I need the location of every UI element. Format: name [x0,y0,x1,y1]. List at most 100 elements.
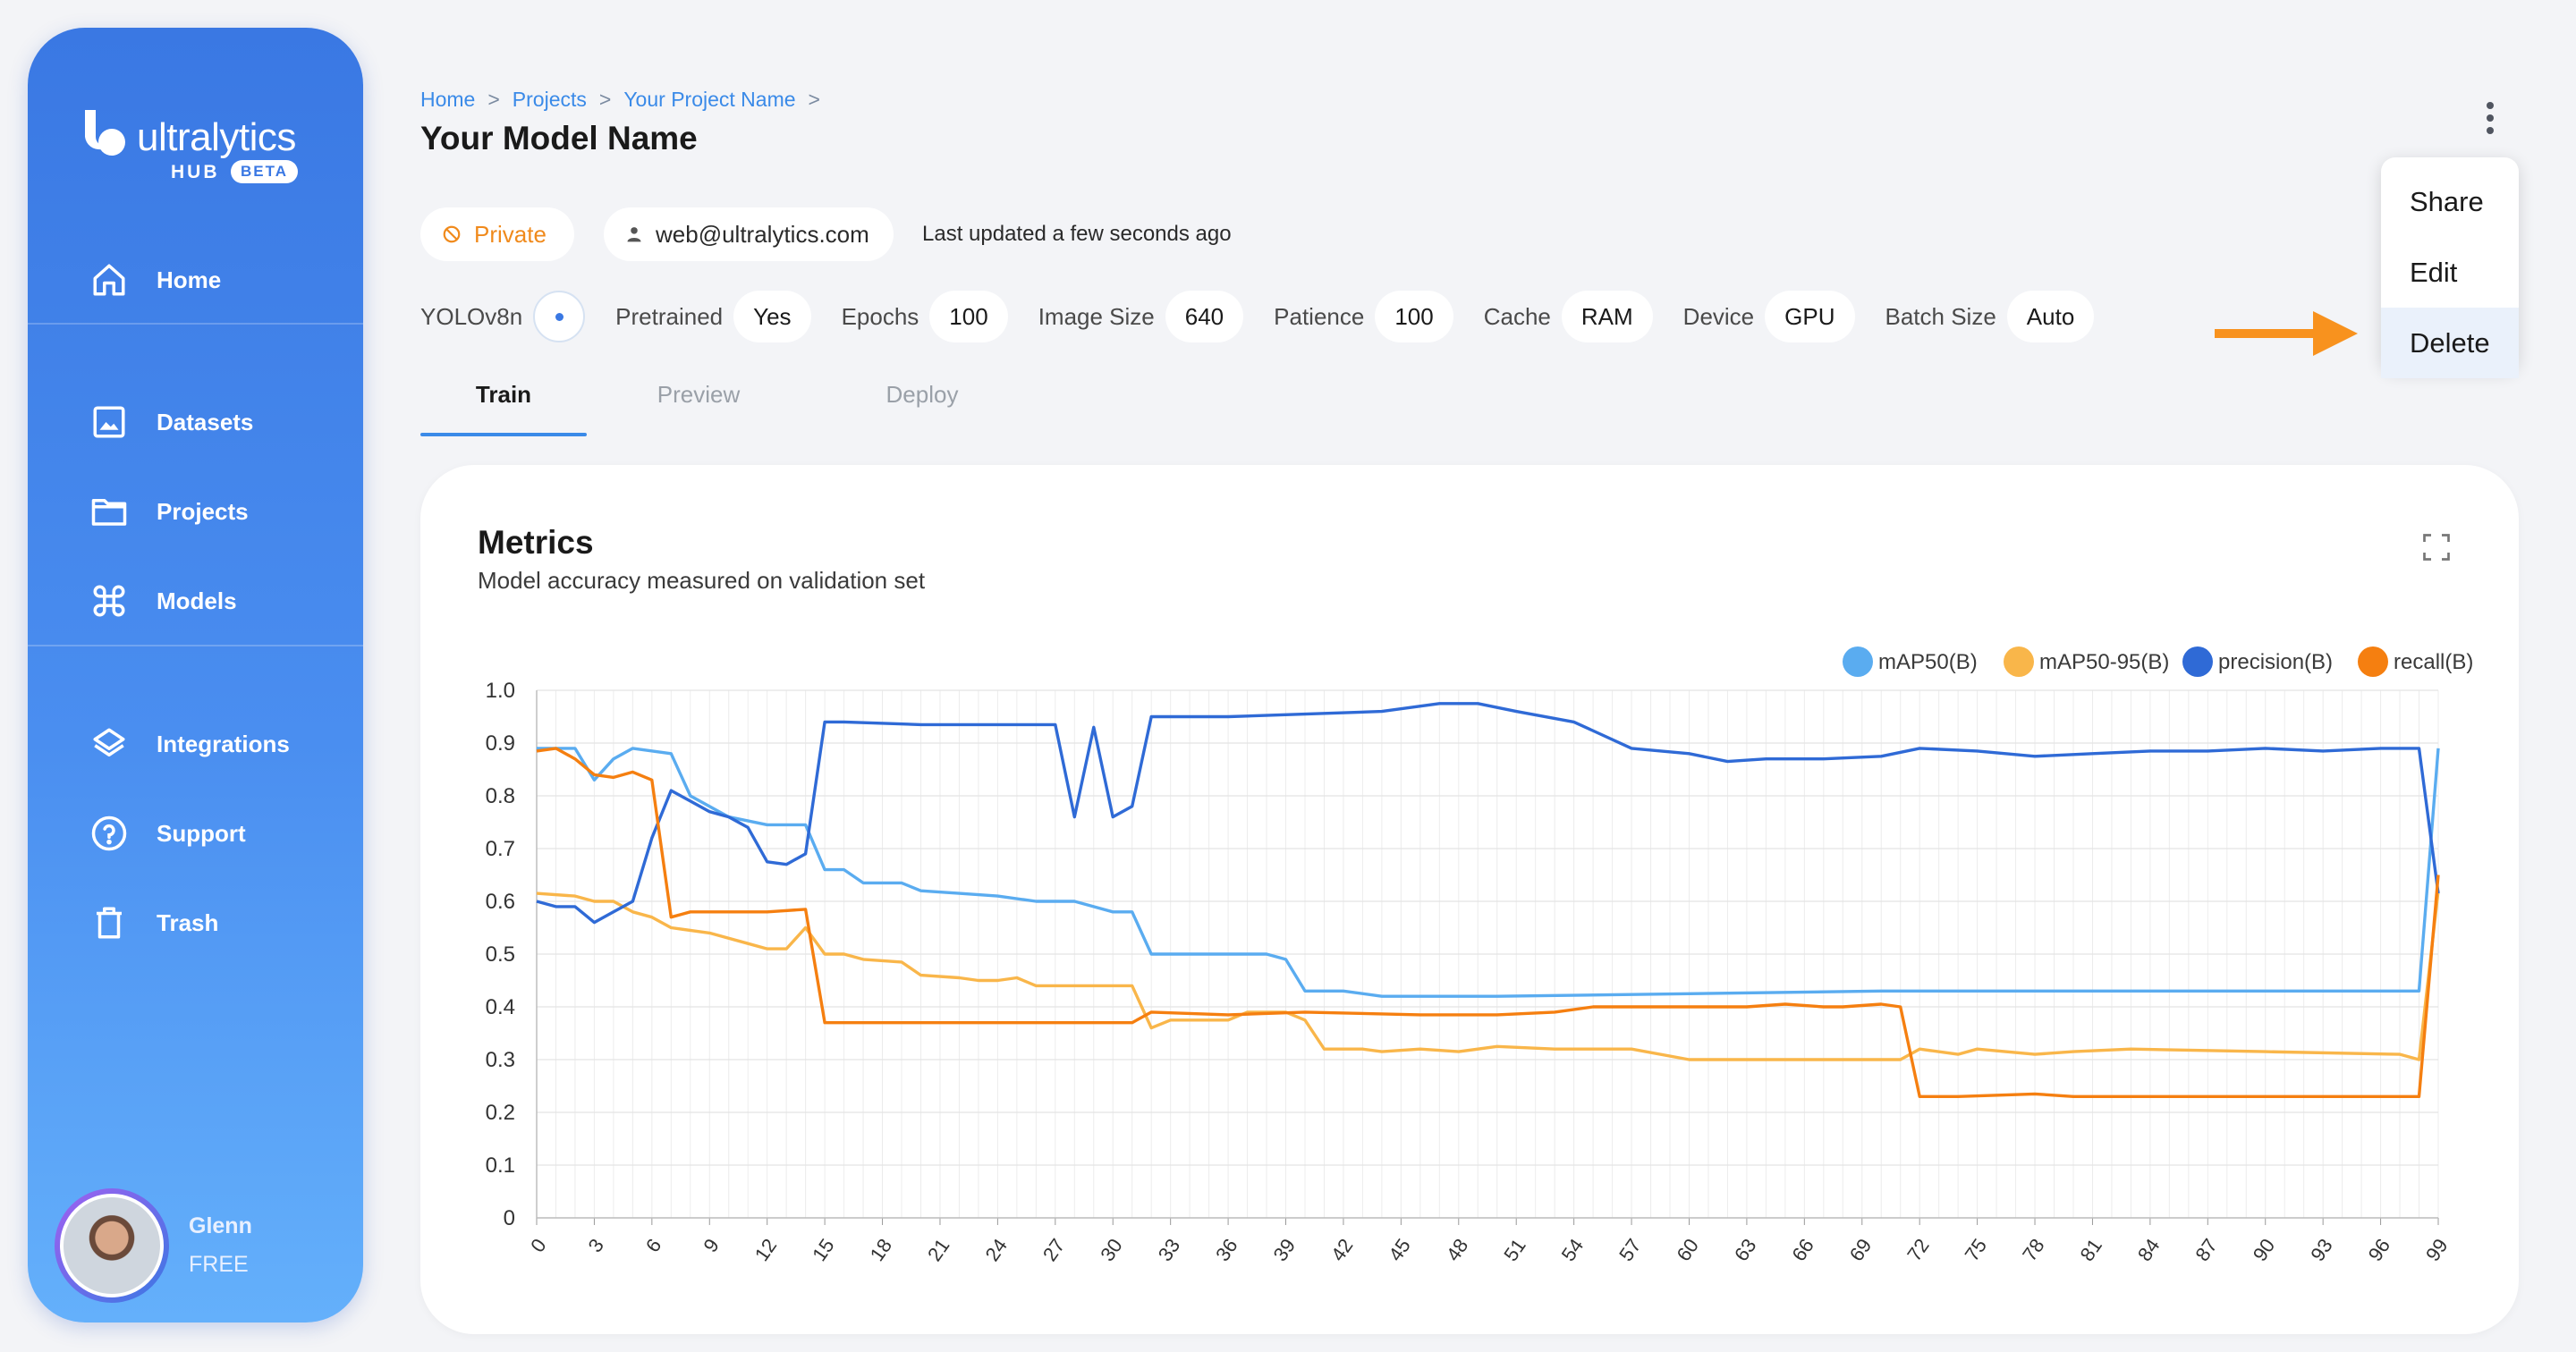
sidebar-item-trash[interactable]: Trash [90,896,218,950]
x-tick-label: 42 [1326,1235,1358,1265]
y-tick-label: 0.7 [486,837,515,861]
x-tick-label: 27 [1038,1235,1070,1265]
sidebar-item-projects[interactable]: Projects [90,485,249,538]
user-profile[interactable]: Glenn FREE [55,1188,252,1303]
y-tick-label: 1.0 [486,679,515,703]
x-tick-label: 81 [2075,1235,2106,1265]
owner-chip: web@ultralytics.com [604,207,894,261]
param-label-epochs: Epochs [841,302,919,330]
menu-item-share[interactable]: Share [2381,166,2519,237]
x-tick-label: 6 [641,1235,666,1256]
ultralytics-logo[interactable]: ultralytics HUB BETA [81,80,350,196]
avatar[interactable] [55,1188,169,1303]
x-tick-label: 96 [2364,1235,2395,1265]
x-tick-label: 21 [923,1235,954,1265]
y-tick-label: 0.4 [486,995,515,1019]
sidebar-item-models[interactable]: Models [90,574,237,628]
sidebar-item-label: Models [157,587,237,614]
param-label-patience: Patience [1274,302,1365,330]
visibility-chip[interactable]: Private [420,207,574,261]
x-tick-label: 0 [526,1235,551,1256]
breadcrumb-separator: > [598,88,612,111]
param-value-patience: 100 [1375,291,1453,342]
x-tick-label: 33 [1154,1235,1185,1265]
user-name: Glenn [189,1213,252,1238]
y-tick-label: 0.9 [486,731,515,756]
breadcrumb-projects[interactable]: Projects [513,88,587,112]
param-value-device: GPU [1765,291,1855,342]
beta-badge: BETA [231,160,299,183]
x-tick-label: 15 [808,1235,839,1265]
sidebar-item-label: Projects [157,497,249,525]
private-icon [443,225,461,243]
menu-item-delete[interactable]: Delete [2381,308,2519,378]
model-architecture: YOLOv8n [420,302,523,330]
x-tick-label: 57 [1614,1235,1646,1265]
more-options-icon[interactable] [2476,98,2504,138]
param-value-image-size: 640 [1165,291,1244,342]
x-tick-label: 51 [1499,1235,1530,1265]
x-tick-label: 60 [1673,1235,1704,1265]
y-tick-label: 0.3 [486,1048,515,1072]
x-tick-label: 63 [1730,1235,1761,1265]
x-tick-label: 18 [866,1235,897,1265]
sidebar-divider [28,645,363,646]
model-params: YOLOv8n Pretrained Yes Epochs 100 Image … [420,288,2124,345]
last-updated: Last updated a few seconds ago [922,222,1232,246]
series-line-1 [536,891,2440,1061]
sidebar-item-label: Home [157,266,222,293]
arrow-pointer-icon [2215,311,2358,356]
sidebar-divider [28,323,363,325]
sidebar-item-support[interactable]: Support [90,807,246,860]
x-tick-label: 90 [2249,1235,2280,1265]
param-label-cache: Cache [1483,302,1551,330]
sidebar-item-home[interactable]: Home [90,253,221,307]
info-icon[interactable] [533,291,586,342]
x-tick-label: 87 [2190,1235,2222,1265]
y-tick-label: 0.5 [486,942,515,967]
x-tick-label: 24 [980,1235,1012,1265]
x-tick-label: 78 [2018,1235,2049,1265]
metrics-card: Metrics Model accuracy measured on valid… [420,465,2519,1334]
x-tick-label: 93 [2306,1235,2337,1265]
menu-item-edit[interactable]: Edit [2381,237,2519,308]
param-value-batch-size: Auto [2006,291,2095,342]
owner-email: web@ultralytics.com [656,220,869,248]
y-tick-label: 0.6 [486,890,515,914]
sidebar-item-integrations[interactable]: Integrations [90,717,290,771]
trash-icon [97,907,122,939]
x-tick-label: 9 [699,1235,724,1256]
tab-deploy[interactable]: Deploy [810,367,1034,436]
visibility-label: Private [474,220,547,248]
breadcrumb-project[interactable]: Your Project Name [623,88,795,112]
layers-icon [93,728,125,756]
param-value-cache: RAM [1561,291,1653,342]
image-icon [93,406,125,438]
ultralytics-mark-icon [85,110,125,156]
folder-icon [91,499,127,526]
y-tick-label: 0.2 [486,1101,515,1125]
legend-marker [2182,646,2213,677]
x-tick-label: 30 [1096,1235,1127,1265]
sidebar-item-label: Trash [157,908,219,936]
sidebar-item-label: Integrations [157,730,290,757]
sidebar-item-label: Support [157,819,246,847]
tab-preview[interactable]: Preview [587,367,810,436]
page-title: Your Model Name [420,120,698,156]
sidebar-item-datasets[interactable]: Datasets [90,395,253,449]
param-label-pretrained: Pretrained [615,302,724,330]
x-tick-label: 84 [2133,1235,2165,1265]
legend-label: precision(B) [2218,650,2333,674]
user-icon [627,227,641,242]
legend-label: mAP50-95(B) [2039,650,2169,674]
sidebar-item-label: Datasets [157,408,254,435]
x-tick-label: 48 [1442,1235,1473,1265]
breadcrumb-home[interactable]: Home [420,88,475,112]
legend-label: recall(B) [2394,650,2473,674]
x-tick-label: 72 [1902,1235,1934,1265]
param-value-pretrained: Yes [733,291,811,342]
series-line-0 [537,747,2440,998]
user-plan: FREE [189,1252,249,1277]
tab-train[interactable]: Train [420,367,587,436]
breadcrumb-separator: > [808,88,820,111]
